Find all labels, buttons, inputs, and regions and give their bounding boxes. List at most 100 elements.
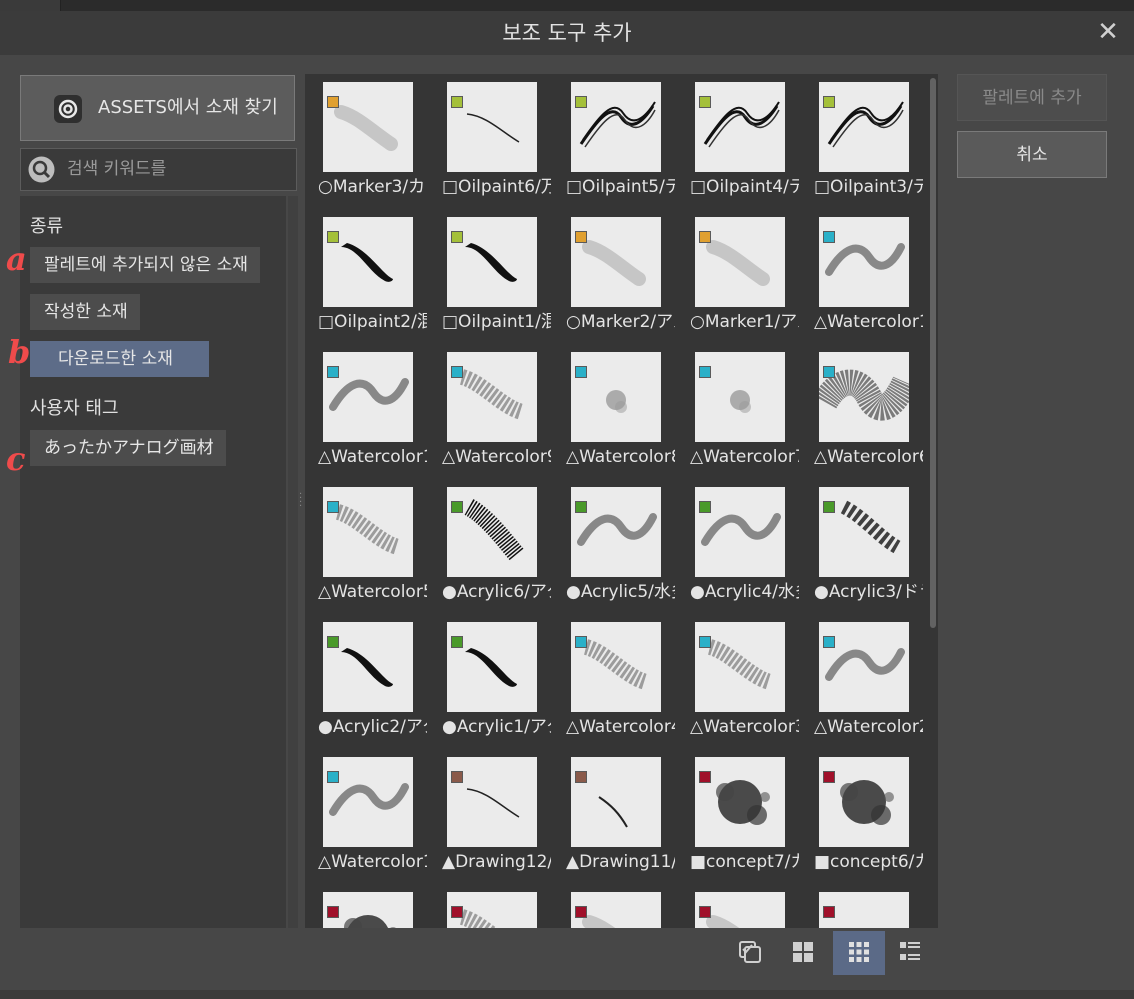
material-thumbnail [695, 757, 785, 847]
tool-type-icon [823, 771, 835, 783]
material-item[interactable]: ●Acrylic4/水多 [690, 483, 810, 613]
material-item[interactable]: △Watercolor7/ [690, 348, 810, 478]
list-view-button[interactable] [887, 931, 933, 975]
material-item[interactable]: □Oilpaint4/テン [690, 78, 810, 208]
material-item[interactable]: △Watercolor3/ [690, 618, 810, 748]
material-item[interactable]: △Watercolor1/ [318, 753, 438, 883]
material-label: ■concept7/カラ [690, 852, 799, 872]
material-item[interactable]: ▲Drawing11/水 [566, 753, 686, 883]
assets-search-button[interactable]: ASSETS에서 소재 찾기 [20, 75, 295, 141]
category-not-in-palette[interactable]: 팔레트에 추가되지 않은 소재 [30, 247, 260, 283]
tool-type-icon [327, 906, 339, 918]
category-created[interactable]: 작성한 소재 [30, 294, 140, 330]
material-thumbnail [819, 892, 909, 928]
tool-type-icon [575, 906, 587, 918]
material-label: □Oilpaint2/混色 [318, 312, 427, 332]
tool-type-icon [823, 366, 835, 378]
material-item[interactable]: △Watercolor11 [814, 213, 934, 343]
large-grid-icon [792, 941, 814, 963]
material-item[interactable] [442, 888, 562, 928]
material-thumbnail [695, 622, 785, 712]
splitter-grip-icon[interactable]: · · · · [299, 490, 302, 513]
material-item[interactable]: □Oilpaint3/テン [814, 78, 934, 208]
tool-type-icon [575, 366, 587, 378]
app-tab[interactable] [0, 0, 61, 11]
tool-type-icon [823, 231, 835, 243]
material-item[interactable]: ○Marker3/カラ [318, 78, 438, 208]
add-to-palette-button[interactable]: 팔레트에 추가 [957, 74, 1107, 121]
category-downloaded[interactable]: 다운로드한 소재 [30, 341, 209, 377]
bottom-strip [0, 990, 1134, 999]
material-label: ●Acrylic1/アク [442, 717, 551, 737]
material-item[interactable]: ●Acrylic6/アク [442, 483, 562, 613]
select-all-toggle-button[interactable] [727, 931, 773, 975]
material-thumbnail [819, 82, 909, 172]
material-label: ●Acrylic5/水多 [566, 582, 675, 602]
tool-type-icon [699, 906, 711, 918]
material-thumbnail [695, 487, 785, 577]
close-icon[interactable]: ✕ [1092, 17, 1124, 49]
material-thumbnail [819, 352, 909, 442]
list-view-icon [899, 941, 921, 963]
tool-type-icon [451, 906, 463, 918]
tool-type-icon [575, 636, 587, 648]
material-item[interactable]: ■concept6/カラ [814, 753, 934, 883]
material-item[interactable]: □Oilpaint2/混色 [318, 213, 438, 343]
cancel-button[interactable]: 취소 [957, 131, 1107, 178]
material-item[interactable] [318, 888, 438, 928]
material-grid: ○Marker3/カラ □Oilpaint6/万能 □Oilpaint5/テン □Oi… [305, 74, 938, 928]
material-item[interactable]: □Oilpaint6/万能 [442, 78, 562, 208]
material-label: ■concept6/カラ [814, 852, 923, 872]
material-item[interactable]: △Watercolor2/ [814, 618, 934, 748]
material-item[interactable]: ●Acrylic2/アク [318, 618, 438, 748]
tool-type-icon [327, 231, 339, 243]
select-all-toggle-icon [739, 941, 761, 963]
material-item[interactable]: △Watercolor10 [318, 348, 438, 478]
large-grid-button[interactable] [780, 931, 826, 975]
material-item[interactable]: △Watercolor8/ [566, 348, 686, 478]
material-thumbnail [695, 217, 785, 307]
material-item[interactable] [690, 888, 810, 928]
category-header: 종류 [30, 216, 64, 237]
tool-type-icon [575, 771, 587, 783]
material-item[interactable]: ○Marker2/アル [566, 213, 686, 343]
search-input[interactable]: 검색 키워드를 [20, 148, 297, 191]
material-label: □Oilpaint3/テン [814, 177, 923, 197]
material-thumbnail [323, 892, 413, 928]
material-item[interactable] [566, 888, 686, 928]
material-item[interactable]: ▲Drawing12/消 [442, 753, 562, 883]
material-thumbnail [447, 757, 537, 847]
tool-type-icon [699, 501, 711, 513]
material-item[interactable]: □Oilpaint1/混色 [442, 213, 562, 343]
panel-splitter[interactable] [288, 196, 298, 928]
tool-type-icon [699, 231, 711, 243]
material-item[interactable]: △Watercolor4/ [566, 618, 686, 748]
material-item[interactable]: △Watercolor5/ [318, 483, 438, 613]
material-thumbnail [323, 352, 413, 442]
material-thumbnail [323, 622, 413, 712]
material-item[interactable]: ●Acrylic5/水多 [566, 483, 686, 613]
material-thumbnail [323, 487, 413, 577]
material-item[interactable]: ●Acrylic1/アク [442, 618, 562, 748]
small-grid-button[interactable] [833, 931, 885, 975]
material-item[interactable]: △Watercolor6/ [814, 348, 934, 478]
tool-type-icon [823, 906, 835, 918]
material-label: ●Acrylic6/アク [442, 582, 551, 602]
annotation-a: a [6, 240, 27, 278]
user-tag-header: 사용자 태그 [30, 398, 119, 419]
material-item[interactable]: ■concept7/カラ [690, 753, 810, 883]
material-item[interactable]: ○Marker1/アル [690, 213, 810, 343]
tool-type-icon [699, 771, 711, 783]
annotation-c: c [6, 440, 26, 478]
tool-type-icon [699, 636, 711, 648]
small-grid-icon [848, 941, 870, 963]
material-item[interactable] [814, 888, 934, 928]
material-label: △Watercolor5/ [318, 582, 427, 602]
material-thumbnail [695, 892, 785, 928]
tool-type-icon [451, 501, 463, 513]
material-item[interactable]: △Watercolor9/ [442, 348, 562, 478]
material-thumbnail [447, 217, 537, 307]
material-item[interactable]: ●Acrylic3/ドラ [814, 483, 934, 613]
material-item[interactable]: □Oilpaint5/テン [566, 78, 686, 208]
user-tag-item[interactable]: あったかアナログ画材 [30, 430, 226, 466]
